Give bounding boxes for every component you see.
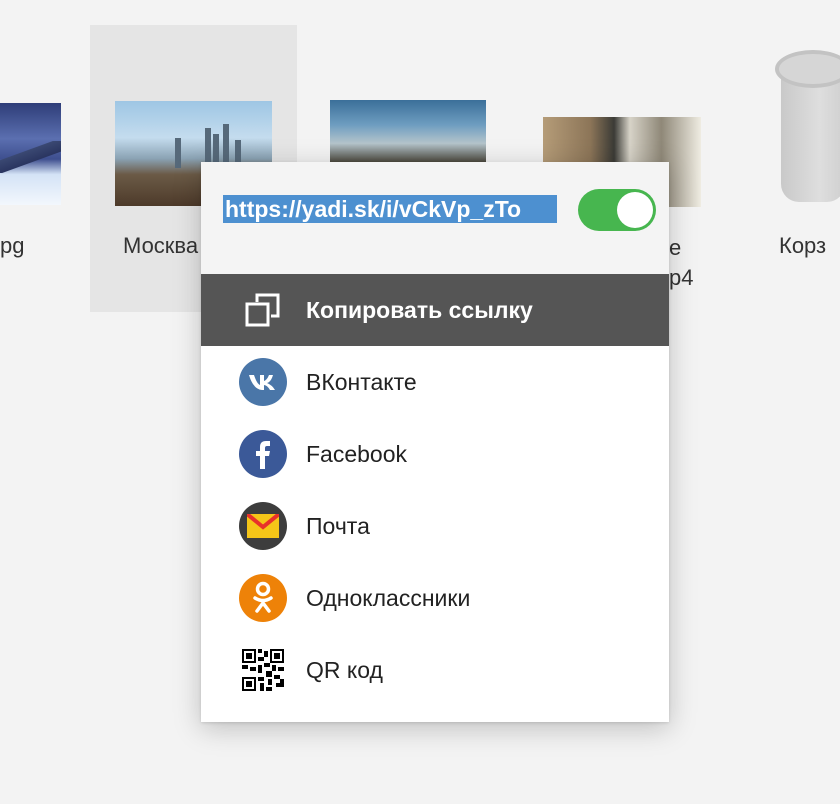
file-thumbnail-1[interactable] (0, 103, 61, 205)
file-label-1[interactable]: pg (0, 233, 24, 259)
share-popup: https://yadi.sk/i/vCkVp_zTo Копировать с… (201, 162, 669, 722)
vk-icon (239, 358, 287, 406)
public-link-toggle[interactable] (578, 189, 656, 231)
file-label-4[interactable]: е р4 (669, 233, 693, 293)
copy-link-button[interactable]: Копировать ссылку (201, 274, 669, 346)
share-qr-item[interactable]: QR код (201, 634, 669, 706)
share-vk-label: ВКонтакте (306, 368, 417, 395)
share-facebook-item[interactable]: Facebook (201, 418, 669, 490)
share-vk-item[interactable]: ВКонтакте (201, 346, 669, 418)
public-link-row: https://yadi.sk/i/vCkVp_zTo (201, 162, 669, 274)
toggle-knob (617, 192, 653, 228)
qr-code-icon (239, 646, 287, 694)
mail-icon (239, 502, 287, 550)
copy-link-label: Копировать ссылку (306, 296, 533, 323)
share-mail-label: Почта (306, 512, 370, 539)
share-qr-label: QR код (306, 656, 383, 683)
odnoklassniki-icon (239, 574, 287, 622)
file-label-trash[interactable]: Корз (779, 233, 826, 259)
share-odnoklassniki-label: Одноклассники (306, 584, 471, 611)
copy-icon (239, 286, 287, 334)
share-facebook-label: Facebook (306, 440, 408, 467)
facebook-icon (239, 430, 287, 478)
share-odnoklassniki-item[interactable]: Одноклассники (201, 562, 669, 634)
trash-icon[interactable] (775, 50, 840, 210)
file-thumbnail-3[interactable] (330, 100, 486, 162)
public-link-text[interactable]: https://yadi.sk/i/vCkVp_zTo (223, 195, 557, 223)
file-label-moscow[interactable]: Москва (123, 233, 198, 259)
share-mail-item[interactable]: Почта (201, 490, 669, 562)
